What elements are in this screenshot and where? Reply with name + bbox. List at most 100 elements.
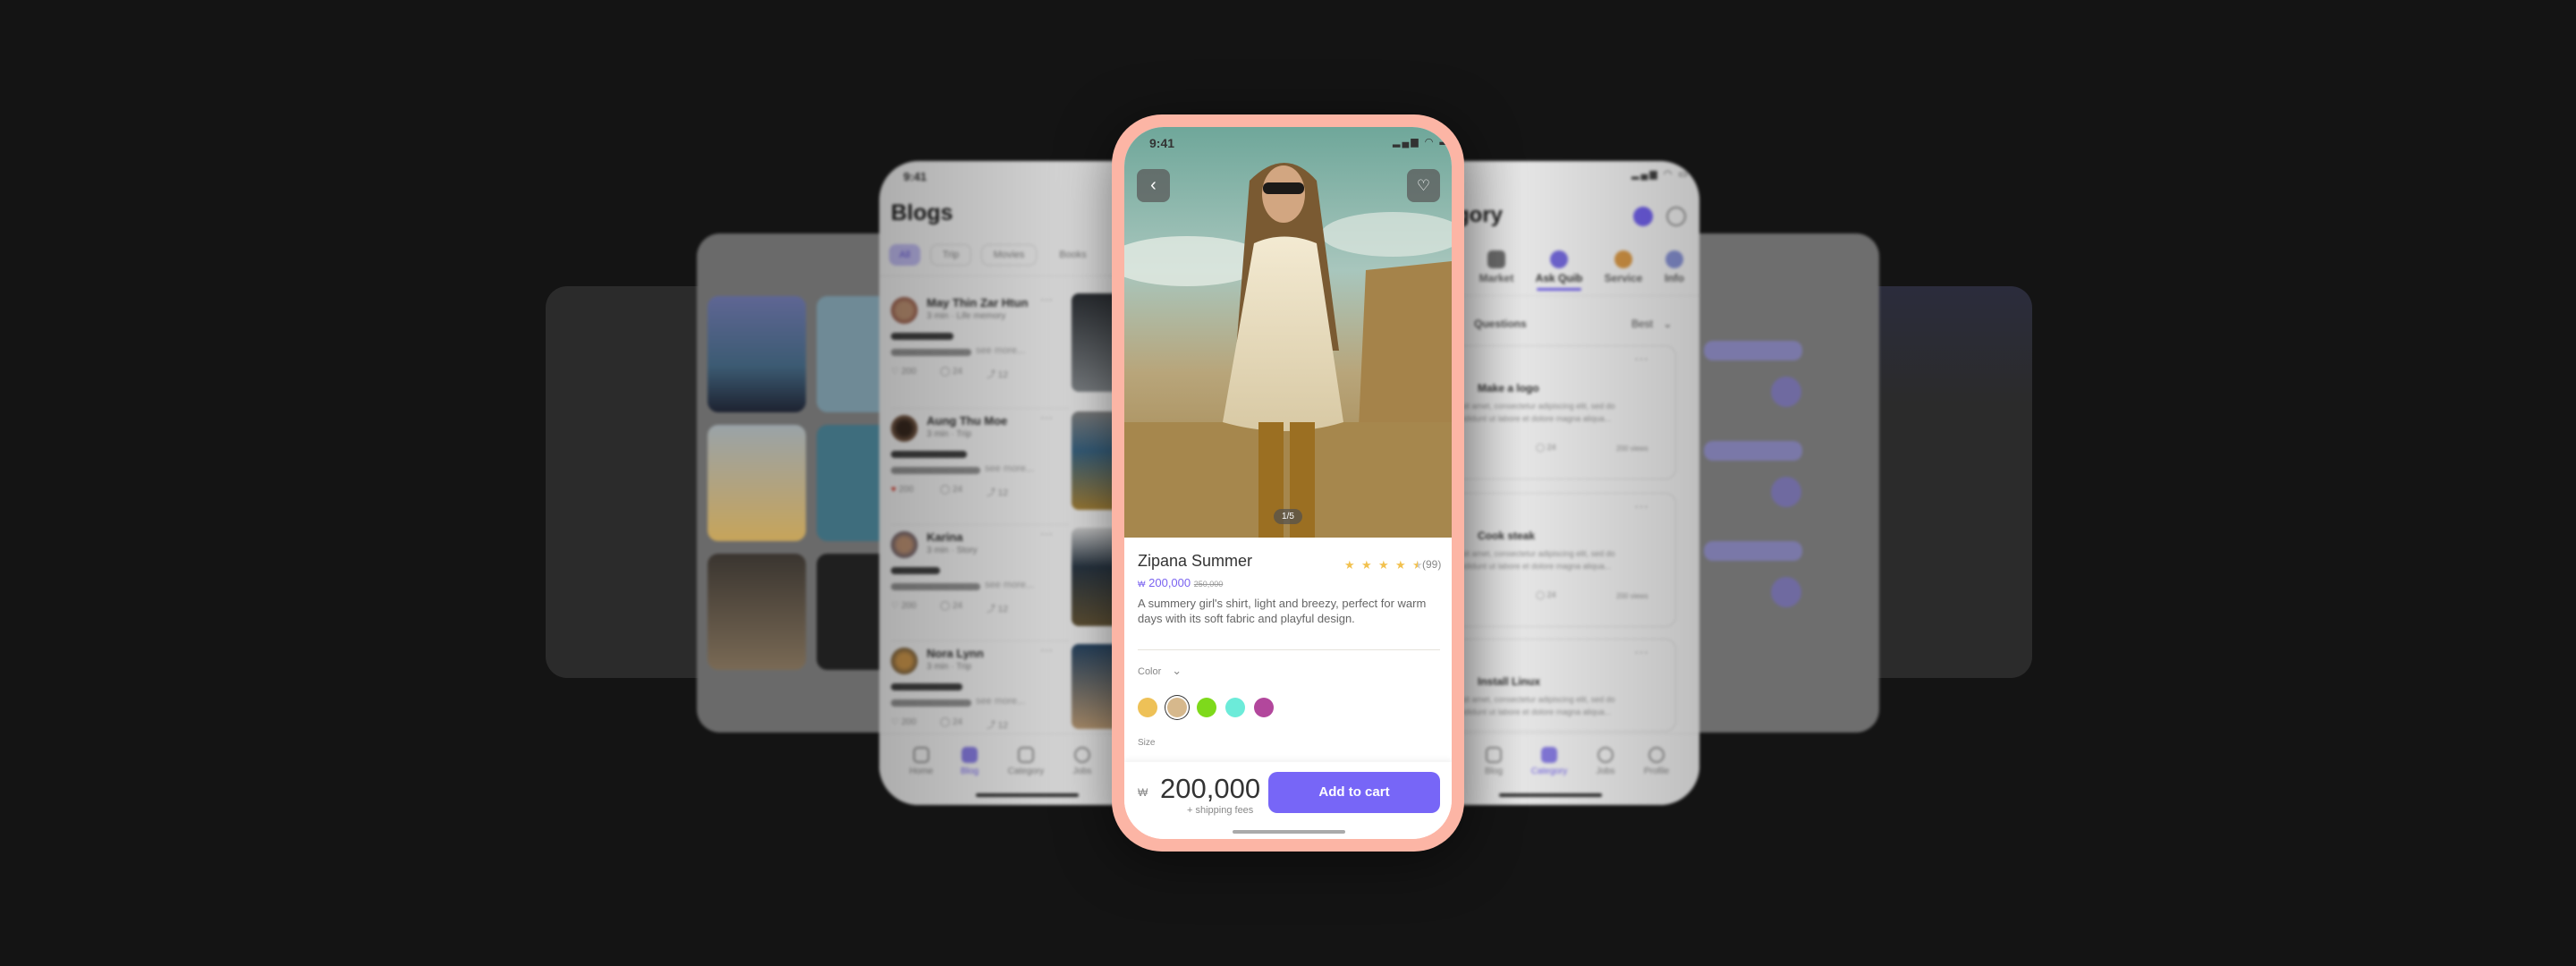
footer-price: 200,000	[1160, 773, 1261, 804]
tab-ask-quib[interactable]: Ask Quib	[1536, 272, 1583, 284]
color-swatch[interactable]	[1254, 698, 1274, 717]
notification-icon[interactable]	[1633, 207, 1653, 226]
post-meta: 3 min · Life memory	[927, 311, 1006, 321]
currency: ₩	[1138, 580, 1146, 589]
service-icon	[1614, 250, 1632, 268]
like-count: ♡ 200	[891, 601, 917, 611]
nav-profile[interactable]: Profile	[1644, 767, 1669, 776]
tab-info[interactable]: Info	[1665, 272, 1684, 284]
divider	[891, 408, 1070, 409]
nav-blog[interactable]: Blog	[961, 767, 979, 776]
question-title: Install Linux	[1478, 675, 1541, 688]
likes: 200	[901, 601, 917, 611]
blog-icon[interactable]	[1486, 747, 1502, 763]
more-icon[interactable]: ···	[1040, 410, 1053, 424]
more-icon[interactable]: ···	[1040, 642, 1053, 657]
sort-dropdown[interactable]: Best ⌄	[1631, 318, 1672, 330]
post-author: May Thin Zar Htun	[927, 296, 1029, 309]
category-chip	[1704, 541, 1802, 561]
post-excerpt	[891, 699, 971, 707]
nav-home[interactable]: Home	[910, 767, 934, 776]
views-count: 200 views	[1616, 592, 1648, 600]
star-icon: ★	[1361, 558, 1372, 572]
tab-market[interactable]: Market	[1479, 272, 1514, 284]
share-count: ⤴ 12	[987, 721, 1008, 731]
favorite-button[interactable]: ♡	[1407, 169, 1440, 202]
share-count: ⤴ 12	[987, 488, 1008, 498]
add-to-cart-button[interactable]: Add to cart	[1268, 772, 1440, 813]
like-count: ♡ 200	[891, 367, 917, 377]
see-more-link[interactable]: see more...	[976, 696, 1025, 707]
likes: 200	[901, 717, 917, 727]
profile-icon[interactable]	[1648, 747, 1665, 763]
nav-jobs[interactable]: Jobs	[1072, 767, 1091, 776]
views-count: 200 views	[1616, 445, 1648, 453]
color-label[interactable]: Color ⌄	[1138, 664, 1182, 678]
color-swatch[interactable]	[1197, 698, 1216, 717]
product-image[interactable]	[1124, 127, 1452, 538]
home-icon[interactable]	[913, 747, 929, 763]
tab-active-underline	[1537, 288, 1581, 291]
product-description: A summery girl's shirt, light and breezy…	[1138, 597, 1427, 625]
chat-icon[interactable]	[1666, 207, 1686, 226]
category-icon[interactable]	[1018, 747, 1034, 763]
product-name: Zipana Summer	[1138, 552, 1253, 570]
see-more-link[interactable]: see more...	[985, 580, 1034, 590]
more-icon[interactable]: ···	[1634, 352, 1648, 368]
tab-service[interactable]: Service	[1605, 272, 1643, 284]
see-more-link[interactable]: see more...	[976, 345, 1025, 356]
like-count: ♥ 200	[891, 485, 913, 495]
chip-books[interactable]: Books	[1045, 244, 1101, 266]
comment-count: ◯ 24	[1536, 443, 1556, 453]
post-title	[891, 333, 953, 340]
back-button[interactable]: ‹	[1137, 169, 1170, 202]
nav-jobs[interactable]: Jobs	[1596, 767, 1614, 776]
shares: 12	[997, 370, 1008, 380]
comment-count: ◯ 24	[940, 717, 963, 727]
post-title	[891, 683, 962, 691]
category-icon[interactable]	[1541, 747, 1557, 763]
chevron-down-icon: ⌄	[1172, 664, 1182, 677]
status-time: 9:41	[1149, 136, 1175, 150]
gallery-image	[708, 554, 806, 670]
nav-blog[interactable]: Blog	[1485, 767, 1503, 776]
footer-currency: ₩	[1138, 786, 1148, 799]
nav-category[interactable]: Category	[1531, 767, 1568, 776]
divider	[891, 640, 1070, 641]
category-chip	[1704, 341, 1802, 360]
color-swatch-selected[interactable]	[1167, 698, 1187, 717]
category-illustration	[1771, 577, 1801, 607]
post-excerpt	[891, 583, 980, 590]
jobs-icon[interactable]	[1597, 747, 1614, 763]
color-swatch[interactable]	[1138, 698, 1157, 717]
post-title	[891, 451, 967, 458]
chip-movies[interactable]: Movies	[981, 244, 1037, 266]
comments: 24	[952, 601, 963, 611]
shares: 12	[997, 605, 1008, 614]
chevron-left-icon: ‹	[1150, 175, 1157, 195]
more-icon[interactable]: ···	[1634, 645, 1648, 661]
more-icon[interactable]: ···	[1634, 499, 1648, 515]
price: 200,000	[1148, 576, 1191, 589]
blog-icon[interactable]	[962, 747, 978, 763]
category-illustration	[1771, 377, 1801, 407]
star-icon: ★	[1395, 558, 1406, 572]
product-phone-frame: 9:41 ▂▄▆ ◠ ▬ ‹ ♡ 1/5 Zipana Summer ★ ★ ★…	[1112, 114, 1464, 852]
more-icon[interactable]: ···	[1040, 526, 1053, 540]
chip-all[interactable]: All	[889, 244, 920, 266]
comment-icon: ◯	[1536, 590, 1546, 599]
review-count[interactable]: (99)	[1422, 558, 1441, 571]
comment-count: ◯ 24	[940, 367, 963, 377]
see-more-link[interactable]: see more...	[985, 463, 1034, 474]
more-icon[interactable]: ···	[1040, 292, 1053, 306]
size-label: Size	[1138, 738, 1156, 748]
avatar	[891, 531, 918, 558]
nav-category[interactable]: Category	[1008, 767, 1045, 776]
question-title: Make a logo	[1478, 382, 1539, 394]
jobs-icon[interactable]	[1074, 747, 1090, 763]
star-icon: ★	[1344, 558, 1355, 572]
chip-trip[interactable]: Trip	[930, 244, 971, 266]
comment-count: ◯ 24	[1536, 590, 1556, 600]
avatar	[891, 415, 918, 442]
color-swatch[interactable]	[1225, 698, 1245, 717]
